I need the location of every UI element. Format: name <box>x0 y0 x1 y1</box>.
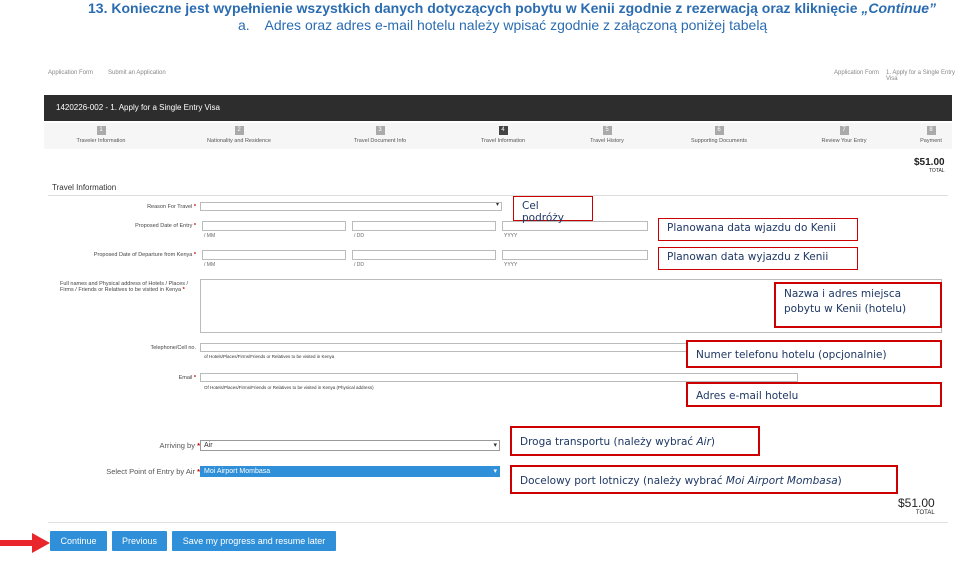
section-divider <box>48 195 948 196</box>
arriving-label: Arriving by * <box>159 441 200 450</box>
reason-select[interactable]: ▾ <box>200 202 502 211</box>
step-3[interactable]: 3 Travel Document Info <box>335 126 425 144</box>
arrow-right-icon <box>0 533 50 553</box>
entry-yyyy-hint: YYYY <box>504 233 518 239</box>
arriving-select[interactable]: Air ▾ <box>200 440 500 451</box>
application-title-bar: 1420226-002 - 1. Apply for a Single Entr… <box>44 95 952 121</box>
departure-mm-hint: / MM <box>204 262 216 268</box>
callout-hotel-address: Nazwa i adres miejsca pobytu w Kenii (hot… <box>774 282 942 328</box>
breadcrumb-item[interactable]: Submit an Application <box>108 70 166 76</box>
screenshot-panel-transport: Arriving by * Air ▾ Select Point of Entry… <box>40 426 957 579</box>
step-2[interactable]: 2 Nationality and Residence <box>194 126 284 144</box>
step-6[interactable]: 6 Supporting Documents <box>674 126 764 144</box>
email-label: Email * <box>178 375 196 381</box>
callout-arrival-date: Planowana data wjazdu do Kenii <box>658 218 858 241</box>
breadcrumb-item[interactable]: Application Form <box>48 70 93 76</box>
email-hint: Of Hotels/Places/Firms/Friends or Relati… <box>204 385 374 390</box>
application-title: 1420226-002 - 1. Apply for a Single Entr… <box>56 103 220 112</box>
departure-year-input[interactable] <box>502 250 648 260</box>
divider <box>48 522 948 523</box>
breadcrumb-item[interactable]: 1. Apply for a Single Entry Visa <box>886 70 957 82</box>
email-input[interactable] <box>200 373 798 382</box>
wizard-steps: 1 Traveler Information 2 Nationality and R… <box>44 123 952 149</box>
departure-date-label: Proposed Date of Departure from Kenya * <box>93 252 196 258</box>
entry-point-label: Select Point of Entry by Air * <box>106 467 200 476</box>
entry-date-label: Proposed Date of Entry * <box>135 223 196 229</box>
step-7[interactable]: 7 Review Your Entry <box>799 126 889 144</box>
continue-button[interactable]: Continue <box>50 531 107 551</box>
previous-button[interactable]: Previous <box>112 531 167 551</box>
price-total-label: TOTAL <box>915 510 935 516</box>
instruction-heading: 13. Konieczne jest wypełnienie wszystkic… <box>88 0 936 16</box>
chevron-down-icon: ▾ <box>495 202 499 208</box>
reason-label: Reason For Travel * <box>147 204 196 210</box>
callout-transport: Droga transportu (należy wybrać Air) <box>510 426 760 456</box>
entry-point-select[interactable]: Moi Airport Mombasa ▾ <box>200 466 500 477</box>
entry-day-input[interactable] <box>352 221 496 231</box>
continue-reference: „Continue” <box>861 0 937 16</box>
sub-marker: a. <box>238 17 250 33</box>
sub-text: Adres oraz adres e-mail hotelu należy wp… <box>264 17 768 33</box>
price-total: $51.00 TOTAL <box>914 157 945 174</box>
price-total-bottom: $51.00 TOTAL <box>898 496 935 516</box>
step-1[interactable]: 1 Traveler Information <box>56 126 146 144</box>
phone-label: Telephone/Cell no. <box>150 345 196 351</box>
departure-dd-hint: / DD <box>354 262 364 268</box>
instruction-text: Konieczne jest wypełnienie wszystkich da… <box>111 0 858 16</box>
entry-month-input[interactable] <box>202 221 346 231</box>
departure-day-input[interactable] <box>352 250 496 260</box>
callout-entry-airport: Docelowy port lotniczy (należy wybrać Mo… <box>510 465 898 494</box>
price-amount: $51.00 <box>914 157 945 168</box>
departure-yyyy-hint: YYYY <box>504 262 518 268</box>
section-title: Travel Information <box>52 183 117 192</box>
step-8[interactable]: 8 Payment <box>886 126 957 144</box>
entry-mm-hint: / MM <box>204 233 216 239</box>
callout-travel-reason: Cel podróży <box>513 196 593 224</box>
address-label: Full names and Physical address of Hotel… <box>60 281 189 293</box>
phone-hint: of Hotels/Places/Firms/Friends or Relati… <box>204 354 335 359</box>
breadcrumb: Application Form Submit an Application A… <box>40 65 957 85</box>
step-5[interactable]: 5 Travel History <box>562 126 652 144</box>
price-amount: $51.00 <box>898 496 935 510</box>
save-progress-button[interactable]: Save my progress and resume later <box>172 531 336 551</box>
chevron-down-icon: ▾ <box>493 468 497 475</box>
breadcrumb-item[interactable]: Application Form <box>834 70 879 76</box>
instruction-subheading: a. Adres oraz adres e-mail hotelu należy… <box>238 17 767 33</box>
departure-month-input[interactable] <box>202 250 346 260</box>
callout-hotel-email: Adres e-mail hotelu <box>686 382 942 407</box>
step-4[interactable]: 4 Travel Information <box>458 126 548 144</box>
callout-departure-date: Planowan data wyjazdu z Kenii <box>658 247 858 270</box>
price-total-label: TOTAL <box>928 168 945 174</box>
chevron-down-icon: ▾ <box>493 442 497 449</box>
callout-hotel-phone: Numer telefonu hotelu (opcjonalnie) <box>686 340 942 368</box>
step-number: 13. <box>88 0 108 16</box>
entry-dd-hint: / DD <box>354 233 364 239</box>
